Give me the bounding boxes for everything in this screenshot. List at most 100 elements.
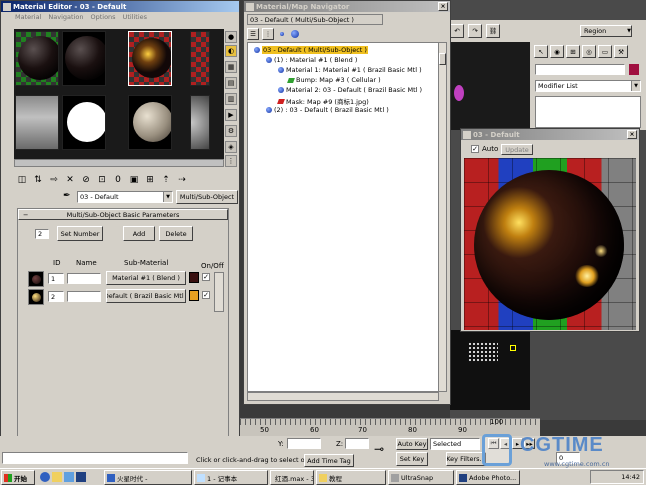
tree-item[interactable]: Material 1: Material #1 ( Brazil Basic M… <box>278 66 422 74</box>
selected-dropdown[interactable]: Selected <box>430 438 480 450</box>
start-button[interactable]: 开始 <box>1 470 35 485</box>
sample-slot-7[interactable] <box>128 95 172 150</box>
pick-material-icon[interactable]: ✒ <box>63 191 71 201</box>
hierarchy-tab-icon[interactable]: ⊞ <box>566 45 580 58</box>
taskbar-item[interactable]: 教程 <box>316 470 386 485</box>
sample-slot-6[interactable] <box>62 95 106 150</box>
menu-utilities[interactable]: Utilities <box>123 13 147 21</box>
redo-icon[interactable]: ↷ <box>468 24 482 38</box>
sample-slot-5[interactable] <box>15 95 59 150</box>
close-icon[interactable]: × <box>627 130 637 139</box>
list-scrollbar[interactable] <box>214 272 224 312</box>
background-icon[interactable]: ▦ <box>225 61 237 73</box>
y-coordinate-field[interactable] <box>287 438 321 449</box>
scroll-thumb[interactable] <box>439 53 446 65</box>
make-preview-icon[interactable]: ▶ <box>225 109 237 121</box>
view-large-icons-icon[interactable] <box>290 28 300 40</box>
region-dropdown[interactable]: Region ▼ <box>580 25 632 37</box>
tree-item[interactable]: (2) : 03 - Default ( Brazil Basic Mtl ) <box>266 106 389 114</box>
add-time-tag-button[interactable]: Add Time Tag <box>304 454 354 467</box>
auto-key-button[interactable]: Auto Key <box>396 438 428 450</box>
material-type-button[interactable]: Multi/Sub-Object <box>176 190 238 204</box>
sample-type-icon[interactable]: ● <box>225 31 237 43</box>
sample-slot-8[interactable] <box>190 95 210 150</box>
auto-checkbox[interactable]: ✓ Auto <box>471 145 498 153</box>
taskbar-item[interactable]: Adobe Photo... <box>456 470 520 485</box>
motion-tab-icon[interactable]: ◎ <box>582 45 596 58</box>
slots-scrollbar[interactable] <box>14 159 224 167</box>
menu-material[interactable]: Material <box>15 13 41 21</box>
add-button[interactable]: Add <box>123 226 155 241</box>
material-name-dropdown[interactable]: 03 - Default ▼ <box>77 191 173 203</box>
make-unique-icon[interactable]: ⊘ <box>79 173 93 187</box>
create-tab-icon[interactable]: ↖ <box>534 45 548 58</box>
material-effects-channel-icon[interactable]: 0 <box>111 173 125 187</box>
view-small-icons-icon[interactable] <box>277 28 287 40</box>
modify-tab-icon[interactable]: ◉ <box>550 45 564 58</box>
rollout-header[interactable]: − Multi/Sub-Object Basic Parameters <box>18 209 228 220</box>
put-to-scene-icon[interactable]: ⇅ <box>31 173 45 187</box>
set-number-button[interactable]: Set Number <box>57 226 103 241</box>
media-icon[interactable] <box>76 472 86 482</box>
key-icon[interactable]: ⊸ <box>374 442 384 456</box>
taskbar-item[interactable]: 1 - 记事本 <box>194 470 268 485</box>
row-sub-button-2[interactable]: Default ( Brazil Basic Mtl ) <box>106 289 186 303</box>
tree-item[interactable]: Mask: Map #9 (商标1.jpg) <box>277 96 369 106</box>
tree-item[interactable]: Material 2: 03 - Default ( Brazil Basic … <box>278 86 422 94</box>
taskbar-item[interactable]: UltraSnap <box>388 470 454 485</box>
row-onoff-2[interactable]: ✓ <box>202 291 210 299</box>
tree-item[interactable]: (1) : Material #1 ( Blend ) <box>266 56 357 64</box>
sample-slot-3[interactable] <box>128 31 172 86</box>
select-by-material-icon[interactable]: ◈ <box>225 141 237 153</box>
row-id-2[interactable]: 2 <box>48 291 64 302</box>
utilities-tab-icon[interactable]: ⚒ <box>614 45 628 58</box>
object-color-swatch[interactable] <box>629 64 639 75</box>
menu-options[interactable]: Options <box>90 13 115 21</box>
row-swatch-2[interactable] <box>189 290 199 301</box>
put-to-library-icon[interactable]: ⊡ <box>95 173 109 187</box>
go-to-parent-icon[interactable]: ⇡ <box>159 173 173 187</box>
count-field[interactable]: 2 <box>35 229 49 239</box>
modifier-list-dropdown[interactable]: Modifier List ▼ <box>535 80 641 92</box>
taskbar-item[interactable]: 红酒.max - 3... <box>270 470 314 485</box>
z-coordinate-field[interactable] <box>345 438 369 449</box>
object-name-field[interactable] <box>535 64 625 75</box>
menu-navigation[interactable]: Navigation <box>48 13 83 21</box>
view-list-icon[interactable]: ☰ <box>247 28 259 40</box>
assign-material-icon[interactable]: ⇨ <box>47 173 61 187</box>
tree-item[interactable]: 03 - Default ( Multi/Sub-Object ) <box>254 46 368 54</box>
display-tab-icon[interactable]: ▭ <box>598 45 612 58</box>
ie-icon[interactable] <box>40 472 50 482</box>
row-sub-button-1[interactable]: Material #1 ( Blend ) <box>106 271 186 285</box>
row-name-1[interactable] <box>67 273 101 284</box>
backlight-icon[interactable]: ◐ <box>225 45 237 57</box>
row-id-1[interactable]: 1 <box>48 273 64 284</box>
link-icon[interactable]: ⛓ <box>486 24 500 38</box>
update-button[interactable]: Update <box>501 144 533 155</box>
show-end-result-icon[interactable]: ⊞ <box>143 173 157 187</box>
row-name-2[interactable] <box>67 291 101 302</box>
sample-slot-2[interactable] <box>62 31 106 86</box>
sample-slot-4[interactable] <box>190 31 210 86</box>
navigator-vscroll[interactable] <box>438 42 447 392</box>
undo-icon[interactable]: ↶ <box>450 24 464 38</box>
tree-item[interactable]: Bump: Map #3 ( Cellular ) <box>287 76 381 84</box>
uv-tiling-icon[interactable]: ▤ <box>225 77 237 89</box>
delete-button[interactable]: Delete <box>159 226 193 241</box>
desktop-icon[interactable] <box>64 472 74 482</box>
row-onoff-1[interactable]: ✓ <box>202 273 210 281</box>
get-material-icon[interactable]: ◫ <box>15 173 29 187</box>
outlook-icon[interactable] <box>52 472 62 482</box>
view-list-icons-icon[interactable]: ⋮ <box>262 28 274 40</box>
video-color-check-icon[interactable]: ▥ <box>225 93 237 105</box>
go-forward-sibling-icon[interactable]: ⇢ <box>175 173 189 187</box>
reset-map-icon[interactable]: ✕ <box>63 173 77 187</box>
show-map-icon[interactable]: ▣ <box>127 173 141 187</box>
close-icon[interactable]: × <box>438 2 448 11</box>
sample-slot-1[interactable] <box>15 31 59 86</box>
taskbar-item[interactable]: 火星时代 - <box>104 470 192 485</box>
set-key-button[interactable]: Set Key <box>396 452 428 466</box>
options-icon[interactable]: ⚙ <box>225 125 237 137</box>
row-swatch-1[interactable] <box>189 272 199 283</box>
maxscript-listener[interactable] <box>2 452 188 464</box>
